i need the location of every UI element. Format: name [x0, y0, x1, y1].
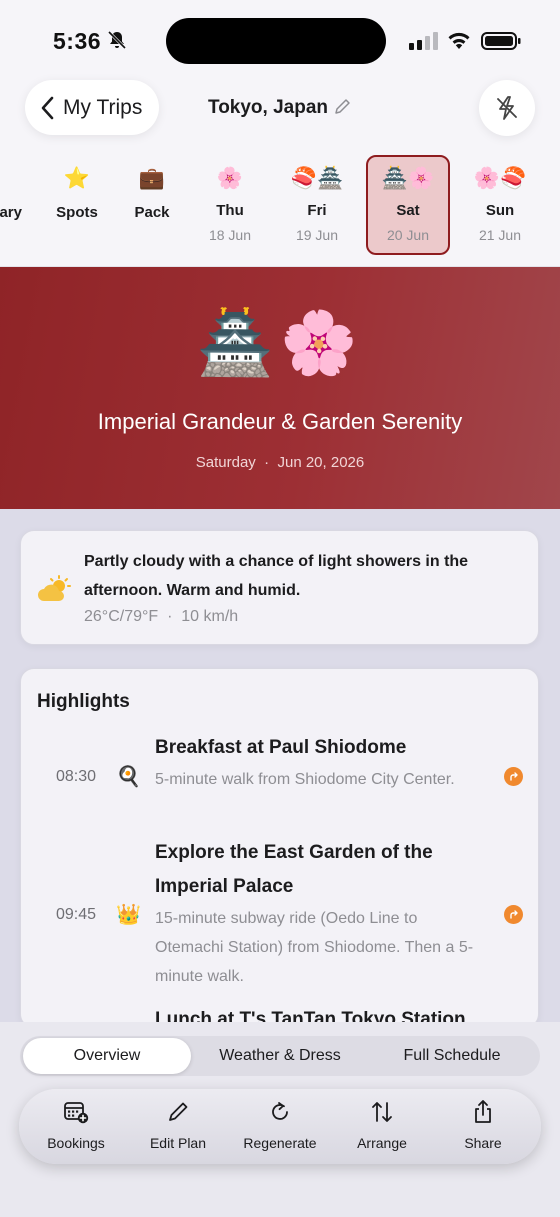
flash-off-button[interactable] — [479, 80, 535, 136]
weather-card[interactable]: Partly cloudy with a chance of light sho… — [20, 530, 539, 645]
arrange-label: Arrange — [357, 1135, 407, 1151]
day-date: Jun 20, 2026 — [277, 454, 365, 471]
edit-plan-button[interactable]: Edit Plan — [128, 1099, 228, 1151]
tab-day-date: 21 Jun — [478, 227, 522, 243]
frying-pan-icon: 🍳 — [116, 766, 141, 788]
status-time: 5:36 — [53, 28, 102, 54]
share-label: Share — [464, 1135, 502, 1151]
highlight-title: Breakfast at Paul Shiodome — [155, 737, 407, 758]
highlights-card: Highlights 08:30 🍳 Breakfast at Paul Shi… — [20, 668, 539, 1028]
weather-wind: 10 km/h — [181, 608, 239, 625]
partly-cloudy-icon — [38, 575, 71, 601]
tab-day-name: Thu — [216, 202, 244, 219]
day-hero-banner: 🏯🌸 Imperial Grandeur & Garden Serenity S… — [0, 267, 560, 509]
segment-weather-dress[interactable]: Weather & Dress — [195, 1038, 365, 1074]
back-button-label: My Trips — [63, 95, 143, 119]
status-bar: 5:36 — [0, 0, 560, 80]
nav-bar: My Trips Tokyo, Japan — [0, 80, 560, 150]
highlight-desc: 5-minute walk from Shiodome City Center. — [155, 771, 455, 788]
tab-label: ary — [0, 204, 22, 221]
tab-emoji: 🌸 — [216, 167, 244, 190]
trip-title[interactable]: Tokyo, Japan — [208, 97, 328, 119]
regenerate-label: Regenerate — [243, 1135, 317, 1151]
back-button[interactable]: My Trips — [25, 80, 159, 135]
highlight-desc: 15-minute subway ride (Oedo Line to Otem… — [155, 910, 474, 985]
regenerate-button[interactable]: Regenerate — [230, 1099, 330, 1151]
highlight-time: 09:45 — [56, 906, 97, 923]
arrange-arrows-icon — [372, 1102, 392, 1122]
arrange-button[interactable]: Arrange — [332, 1099, 432, 1151]
tab-emoji: 🌸🍣 — [473, 167, 527, 190]
highlight-title: Explore the East Garden of the Imperial … — [155, 842, 433, 897]
weather-description: Partly cloudy with a chance of light sho… — [84, 553, 469, 599]
tab-day-name: Sat — [396, 202, 420, 219]
suitcase-icon: 💼 — [138, 167, 166, 190]
cellular-signal-icon — [409, 32, 438, 50]
tab-day-date: 18 Jun — [208, 227, 252, 243]
separator-dot: · — [264, 454, 270, 471]
tab-label: Pack — [134, 204, 170, 221]
segment-overview[interactable]: Overview — [23, 1038, 191, 1074]
crown-icon: 👑 — [116, 904, 141, 926]
star-icon: ⭐ — [63, 167, 91, 190]
tab-day-date: 20 Jun — [386, 227, 430, 243]
directions-icon[interactable] — [504, 905, 523, 924]
tab-sat[interactable]: 🏯🌸 Sat 20 Jun — [366, 155, 450, 255]
regenerate-icon — [272, 1102, 288, 1120]
edit-plan-label: Edit Plan — [149, 1135, 207, 1151]
tab-sun[interactable]: 🌸🍣 Sun 21 Jun — [458, 160, 542, 256]
tab-pack[interactable]: 💼 Pack — [110, 160, 194, 256]
separator-dot: · — [167, 608, 173, 625]
tab-day-date: 19 Jun — [295, 227, 339, 243]
weather-temp: 26°C/79°F — [84, 608, 159, 625]
segment-full-schedule[interactable]: Full Schedule — [367, 1038, 537, 1074]
bookings-label: Bookings — [47, 1135, 105, 1151]
tab-emoji: 🍣🏯 — [290, 167, 344, 190]
tab-fri[interactable]: 🍣🏯 Fri 19 Jun — [275, 160, 359, 256]
share-icon — [475, 1100, 491, 1123]
day-title: Imperial Grandeur & Garden Serenity — [97, 409, 463, 434]
tab-day-name: Sun — [485, 202, 515, 219]
tab-emoji: 🏯🌸 — [381, 167, 435, 190]
view-segmented-control: Overview Weather & Dress Full Schedule — [20, 1036, 540, 1076]
bottom-toolbar: Bookings Edit Plan Regenerate Arrange Sh… — [19, 1089, 541, 1164]
tab-itinerary[interactable]: ary — [0, 160, 40, 256]
weather-meta: 26°C/79°F · 10 km/h — [84, 608, 238, 626]
dynamic-island — [166, 18, 386, 64]
edit-title-icon[interactable] — [333, 98, 351, 116]
flash-off-icon — [497, 96, 517, 120]
highlights-heading: Highlights — [37, 691, 130, 712]
pencil-icon — [169, 1102, 188, 1121]
tab-day-name: Fri — [307, 202, 327, 219]
day-weekday: Saturday — [195, 454, 256, 471]
tab-label: Spots — [56, 204, 98, 221]
wifi-icon — [448, 32, 470, 49]
bookings-button[interactable]: Bookings — [26, 1099, 126, 1151]
day-tab-bar: ary ⭐ Spots 💼 Pack 🌸 Thu 18 Jun 🍣🏯 Fri 1… — [0, 150, 560, 267]
battery-icon — [481, 32, 521, 50]
share-button[interactable]: Share — [433, 1099, 533, 1151]
chevron-left-icon — [41, 96, 54, 119]
calendar-add-icon — [64, 1102, 89, 1124]
tab-emoji — [0, 164, 40, 194]
silent-bell-icon — [107, 30, 127, 50]
tab-thu[interactable]: 🌸 Thu 18 Jun — [188, 160, 272, 256]
tab-spots[interactable]: ⭐ Spots — [35, 160, 119, 256]
highlight-time: 08:30 — [56, 768, 97, 785]
day-subtitle: Saturday · Jun 20, 2026 — [0, 454, 560, 471]
hero-emoji: 🏯🌸 — [196, 309, 364, 378]
directions-icon[interactable] — [504, 767, 523, 786]
